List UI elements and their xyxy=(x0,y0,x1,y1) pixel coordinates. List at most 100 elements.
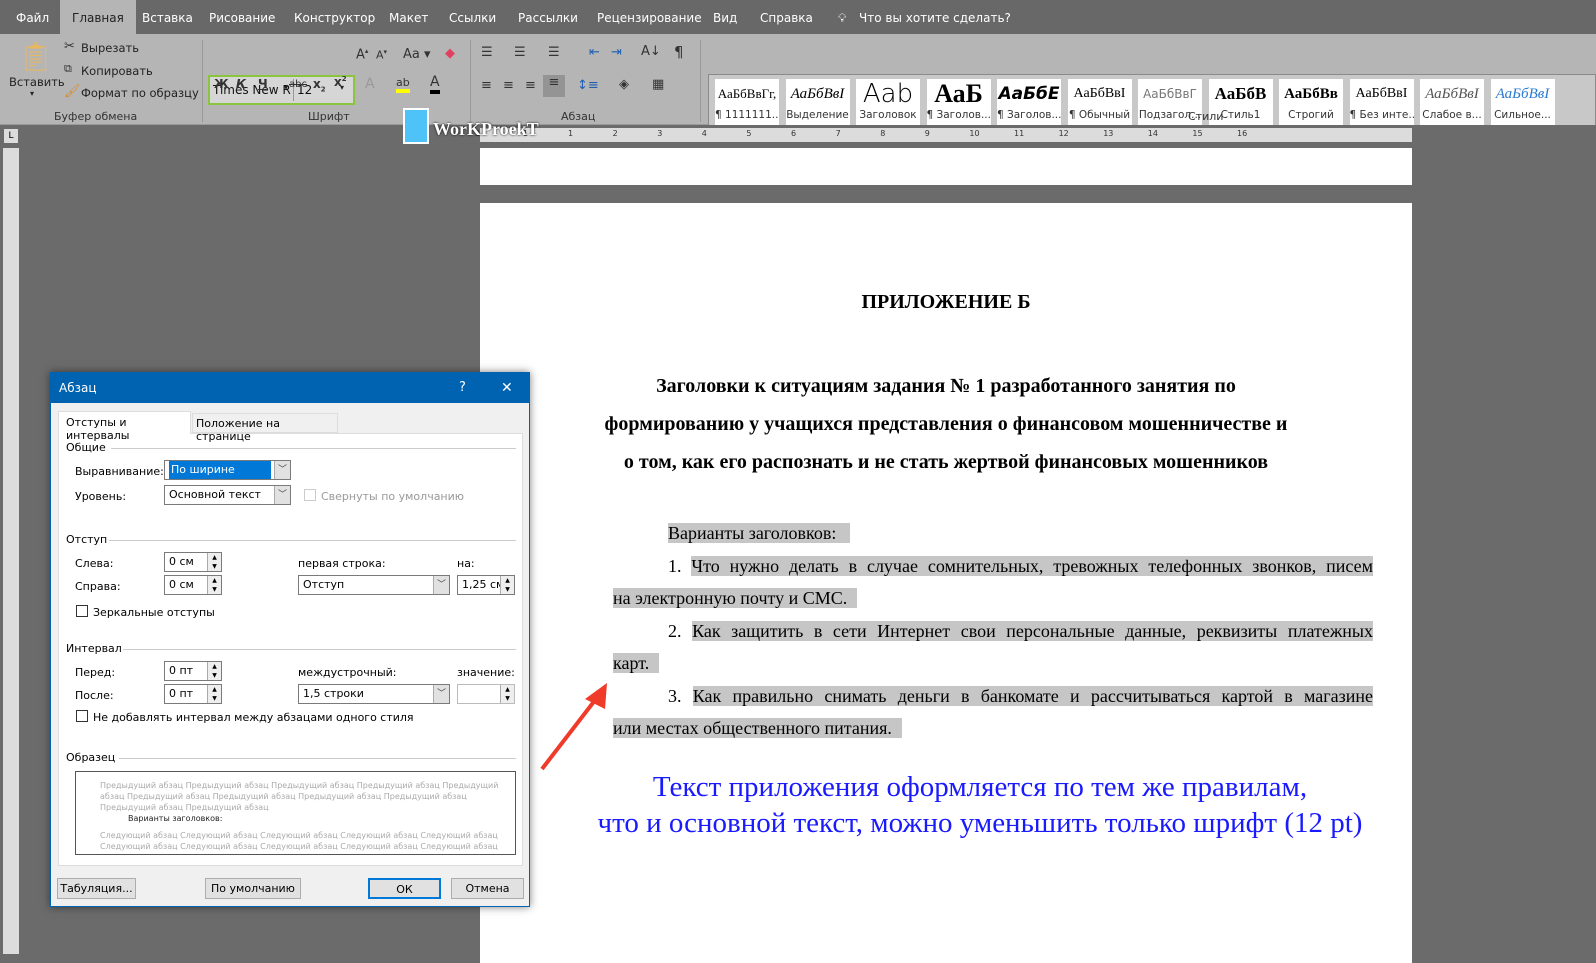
superscript-icon[interactable]: x2 xyxy=(334,75,347,89)
style-item[interactable]: АаБбЕ ¶ Заголов... xyxy=(997,79,1061,129)
sort-icon[interactable]: A↓ xyxy=(641,44,661,59)
line-spacing-label: междустрочный: xyxy=(298,666,397,679)
mirror-indents-checkbox[interactable] xyxy=(76,605,88,617)
spinner-icon[interactable]: ▲ ▼ xyxy=(500,576,514,594)
vertical-ruler[interactable] xyxy=(3,148,19,954)
spinner-icon[interactable]: ▲ ▼ xyxy=(207,662,221,680)
bold-button[interactable]: Ж xyxy=(214,77,229,91)
spinner-icon[interactable]: ▲ ▼ xyxy=(207,685,221,703)
tab-mailings[interactable]: Рассылки xyxy=(506,0,590,34)
format-painter-button[interactable]: Формат по образцу xyxy=(81,86,199,100)
multilevel-list-icon[interactable]: ☰ xyxy=(548,45,560,60)
cut-button[interactable]: Вырезать xyxy=(81,41,139,55)
first-line-label: первая строка: xyxy=(298,557,386,570)
copy-button[interactable]: Копировать xyxy=(81,64,153,78)
horizontal-ruler[interactable]: 2 1 1 2 3 4 5 6 7 8 9 10 11 12 13 14 15 16 xyxy=(475,128,1412,142)
style-item[interactable]: АаБбВвI ¶ Обычный xyxy=(1067,79,1132,129)
italic-button[interactable]: К xyxy=(236,77,246,91)
highlight-icon[interactable]: ab xyxy=(396,76,410,93)
spinner-icon[interactable]: ▲ ▼ xyxy=(207,553,221,571)
collapsed-checkbox[interactable] xyxy=(304,489,316,501)
pilcrow-icon[interactable]: ¶ xyxy=(674,43,684,61)
borders-icon[interactable]: ▦ xyxy=(652,77,664,92)
underline-button[interactable]: Ч xyxy=(258,77,268,91)
change-case-button[interactable]: Aa ▾ xyxy=(403,47,431,62)
style-item[interactable]: АаБбВвI Выделение xyxy=(785,79,850,129)
style-item[interactable]: АаБ ¶ Заголов... xyxy=(926,79,991,129)
style-name: ¶ Заголов... xyxy=(926,109,991,121)
tab-home[interactable]: Главная xyxy=(60,0,136,34)
help-button[interactable]: ? xyxy=(459,373,466,403)
paste-button[interactable]: Вставить xyxy=(9,75,65,89)
tab-line-page-breaks[interactable]: Положение на странице xyxy=(192,413,338,443)
tabs-button[interactable]: Табуляция... xyxy=(57,878,136,899)
chevron-down-icon[interactable]: ▾ xyxy=(30,89,34,98)
right-indent-input[interactable]: 0 см ▲ ▼ xyxy=(164,575,222,595)
tell-me-search[interactable]: Что вы хотите сделать? xyxy=(847,0,1023,34)
text-effects-icon[interactable]: A xyxy=(365,76,375,92)
first-line-select[interactable]: Отступ ﹀ xyxy=(298,575,450,595)
tab-help[interactable]: Справка xyxy=(748,0,825,34)
no-space-checkbox[interactable] xyxy=(76,710,88,722)
ruler-number: 9 xyxy=(924,129,930,138)
space-before-input[interactable]: 0 пт ▲ ▼ xyxy=(164,661,222,681)
shrink-font-icon[interactable]: A▾ xyxy=(376,48,387,62)
style-item[interactable]: АаБбВвI Сильное... xyxy=(1490,79,1555,129)
alignment-select[interactable]: По ширине ﹀ xyxy=(164,460,291,480)
bullets-icon[interactable]: ☰ xyxy=(481,45,493,60)
style-item[interactable]: АаБбВвГг, ¶ 1111111... xyxy=(715,79,779,129)
page: ПРИЛОЖЕНИЕ Б Заголовки к ситуациям задан… xyxy=(480,203,1412,963)
divider xyxy=(111,448,516,449)
decrease-indent-icon[interactable]: ⇤ xyxy=(589,45,600,60)
tab-indents-spacing[interactable]: Отступы и интервалы xyxy=(58,411,191,442)
font-color-icon[interactable]: A xyxy=(430,74,440,94)
spinner-icon[interactable]: ▲ ▼ xyxy=(207,576,221,594)
right-indent-value: 0 см xyxy=(169,578,194,591)
cancel-button[interactable]: Отмена xyxy=(451,878,524,899)
line-spacing-icon[interactable]: ↕≡ xyxy=(577,78,599,93)
line-spacing-select[interactable]: 1,5 строки ﹀ xyxy=(298,684,450,704)
tab-layout[interactable]: Макет xyxy=(377,0,440,34)
align-left-icon[interactable]: ≡ xyxy=(481,78,492,93)
space-after-input[interactable]: 0 пт ▲ ▼ xyxy=(164,684,222,704)
close-button[interactable]: ✕ xyxy=(501,373,513,403)
style-item[interactable]: Aab Заголовок xyxy=(856,79,920,129)
numbering-icon[interactable]: ☰ xyxy=(514,45,526,60)
style-item[interactable]: АаБбВвI ¶ Без инте... xyxy=(1349,79,1414,129)
by-input[interactable]: 1,25 см ▲ ▼ xyxy=(457,575,515,595)
tab-file[interactable]: Файл xyxy=(4,0,61,34)
strikethrough-icon[interactable]: abc xyxy=(289,79,307,90)
tab-insert[interactable]: Вставка xyxy=(130,0,205,34)
tab-view[interactable]: Вид xyxy=(701,0,749,34)
shading-icon[interactable]: ◈ xyxy=(619,77,629,92)
increase-indent-icon[interactable]: ⇥ xyxy=(611,45,622,60)
tab-review[interactable]: Рецензирование xyxy=(585,0,714,34)
subscript-icon[interactable]: x2 xyxy=(313,77,326,93)
spinner-icon[interactable]: ▲ ▼ xyxy=(500,685,514,703)
divider xyxy=(700,40,701,122)
tab-selector[interactable]: L xyxy=(4,129,18,143)
format-painter-icon: 🖌︎ xyxy=(64,84,81,99)
style-preview: АаБбВв xyxy=(1284,86,1338,102)
value-input[interactable]: ▲ ▼ xyxy=(457,684,515,704)
grow-font-icon[interactable]: A▴ xyxy=(356,47,368,62)
tab-design[interactable]: Конструктор xyxy=(282,0,387,34)
dialog-titlebar[interactable]: Абзац ? ✕ xyxy=(51,373,529,403)
appendix-subtitle: Заголовки к ситуациям задания № 1 разраб… xyxy=(435,367,1457,481)
tab-references[interactable]: Ссылки xyxy=(437,0,508,34)
left-indent-input[interactable]: 0 см ▲ ▼ xyxy=(164,552,222,572)
level-select[interactable]: Основной текст ﹀ xyxy=(164,485,291,505)
ok-button[interactable]: ОК xyxy=(368,878,441,899)
align-center-icon[interactable]: ≡ xyxy=(503,78,514,93)
style-item[interactable]: АаБбВвI Слабое в... xyxy=(1420,79,1484,129)
justify-icon[interactable]: ≡ xyxy=(543,75,565,97)
set-default-button[interactable]: По умолчанию xyxy=(205,878,301,899)
style-item[interactable]: АаБбВв Строгий xyxy=(1279,79,1343,129)
tab-draw[interactable]: Рисование xyxy=(197,0,287,34)
paste-icon[interactable]: 📋︎ xyxy=(18,40,54,73)
clear-formatting-icon[interactable]: ◆ xyxy=(445,46,455,61)
subtitle-line: о том, как его распознать и не стать жер… xyxy=(623,451,1269,473)
align-right-icon[interactable]: ≡ xyxy=(525,78,536,93)
section-preview: Образец xyxy=(66,751,116,764)
chevron-down-icon[interactable]: ▾ xyxy=(284,83,288,92)
